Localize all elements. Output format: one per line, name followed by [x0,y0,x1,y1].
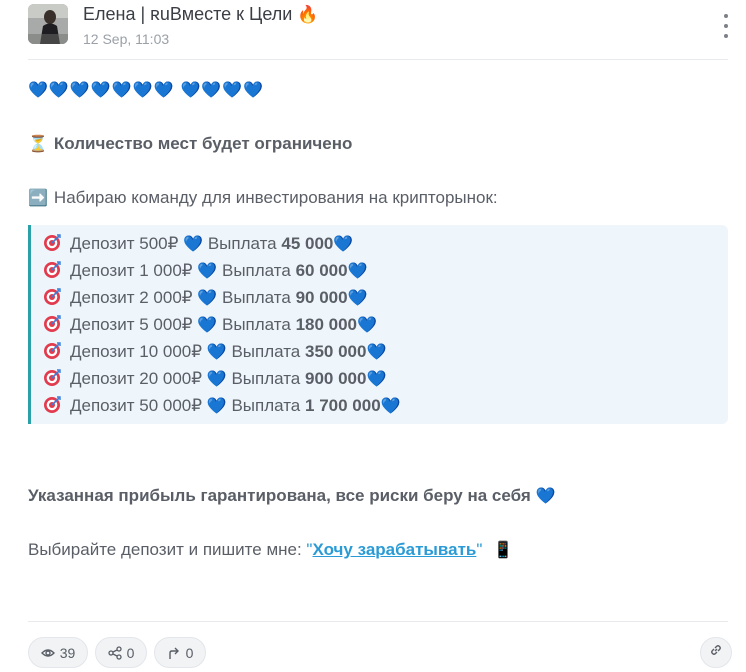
blue-heart-icon: 💙 [197,290,218,307]
blue-heart-icon: 💙 [347,263,368,280]
blue-heart-icon: 💙 [28,82,49,99]
payout-amount: 900 000 [305,369,367,388]
blue-heart-icon: 💙 [380,398,401,415]
deposit-amount: Депозит 50 000₽ [70,396,203,415]
target-icon [43,395,61,413]
blue-heart-icon: 💙 [243,82,265,99]
guarantee-text: Указанная прибыль гарантирована, все рис… [28,486,531,505]
footer-divider [28,621,728,622]
views-count: 39 [59,644,76,661]
payout-amount: 180 000 [295,315,358,334]
blue-heart-icon: 💙 [366,344,387,361]
blue-heart-icon: 💙 [206,371,227,388]
blue-heart-icon: 💙 [111,82,133,99]
blue-heart-icon: 💙 [180,82,202,99]
header-divider [28,59,728,60]
copy-link-button[interactable] [700,637,732,668]
link-icon [709,643,723,662]
more-options-icon[interactable] [718,14,734,38]
deposit-row: Депозит 2 000₽ 💙 Выплата 90 000💙 [43,284,728,311]
fire-icon: 🔥 [297,5,319,24]
blue-heart-icon: 💙 [222,82,244,99]
deposit-row: Депозит 10 000₽ 💙 Выплата 350 000💙 [43,338,728,365]
blue-heart-icon: 💙 [132,82,154,99]
blue-heart-icon: 💙 [153,82,175,99]
payout-label: Выплата [222,315,291,334]
post-header: Елена | ʀuВместе к Цели 🔥 12 Sep, 11:03 [0,0,746,56]
deposit-row: Депозит 5 000₽ 💙 Выплата 180 000💙 [43,311,728,338]
shares-count: 0 [126,644,135,661]
share-icon [107,645,122,660]
deposit-row: Депозит 1 000₽ 💙 Выплата 60 000💙 [43,257,728,284]
deposit-amount: Депозит 20 000₽ [70,369,203,388]
blue-heart-icon: 💙 [69,82,91,99]
eye-icon [40,646,55,660]
shares-counter[interactable]: 0 [95,637,147,668]
hearts-line: 💙💙💙💙💙💙💙 💙💙💙💙 [28,76,728,103]
deposit-amount: Депозит 10 000₽ [70,342,203,361]
deposit-row: Депозит 50 000₽ 💙 Выплата 1 700 000💙 [43,392,728,419]
blue-heart-icon: 💙 [206,344,227,361]
payout-label: Выплата [222,261,291,280]
cta-link[interactable]: Хочу зарабатывать [312,540,476,559]
blue-heart-icon: 💙 [197,317,218,334]
deposit-list: Депозит 500₽ 💙 Выплата 45 000💙 Депозит 1 … [28,225,728,424]
payout-label: Выплата [231,369,301,388]
post-footer: 39 0 0 [28,637,732,669]
payout-label: Выплата [222,288,291,307]
target-icon [43,287,61,305]
forwards-count: 0 [185,644,194,661]
deposit-amount: Депозит 2 000₽ [70,288,193,307]
blue-heart-icon: 💙 [90,82,112,99]
limited-seats-text: Количество мест будет ограничено [53,134,353,153]
payout-amount: 350 000 [305,342,367,361]
phone-icon: 📱 [493,542,514,559]
author-name-text[interactable]: Елена | ʀuВместе к Цели [83,4,292,24]
cta-text: Выбирайте депозит и пишите мне: [28,540,307,559]
forwards-counter[interactable]: 0 [154,637,206,668]
author-avatar[interactable] [28,4,68,44]
payout-amount: 1 700 000 [305,396,381,415]
blue-heart-icon: 💙 [183,236,204,253]
post-date[interactable]: 12 Sep, 11:03 [83,31,169,47]
cta-quote-close: " [476,540,483,559]
blue-heart-icon: 💙 [357,317,377,334]
payout-amount: 90 000 [295,288,348,307]
recruit-text: Набираю команду для инвестирования на кр… [53,188,498,207]
payout-amount: 45 000 [281,234,334,253]
target-icon [43,368,61,386]
deposit-amount: Депозит 1 000₽ [70,261,193,280]
blue-heart-icon: 💙 [201,82,223,99]
deposit-row: Депозит 20 000₽ 💙 Выплата 900 000💙 [43,365,728,392]
target-icon [43,314,61,332]
views-counter[interactable]: 39 [28,637,88,668]
hourglass-icon: ⏳ [28,136,48,153]
blue-heart-icon: 💙 [48,82,70,99]
blue-heart-icon: 💙 [333,236,354,253]
payout-amount: 60 000 [295,261,348,280]
deposit-amount: Депозит 500₽ [70,234,179,253]
arrow-right-icon: ➡️ [28,190,48,207]
post-content: 💙💙💙💙💙💙💙 💙💙💙💙 ⏳ Количество мест будет огран… [28,76,728,563]
blue-heart-icon: 💙 [347,290,368,307]
target-icon [43,260,61,278]
blue-heart-icon: 💙 [366,371,387,388]
target-icon [43,233,61,251]
target-icon [43,341,61,359]
forward-icon [167,646,181,660]
blue-heart-icon: 💙 [206,398,227,415]
deposit-row: Депозит 500₽ 💙 Выплата 45 000💙 [43,230,728,257]
deposit-amount: Депозит 5 000₽ [70,315,193,334]
payout-label: Выплата [207,234,277,253]
blue-heart-icon: 💙 [197,263,218,280]
payout-label: Выплата [231,342,301,361]
blue-heart-icon: 💙 [535,488,556,505]
author-name[interactable]: Елена | ʀuВместе к Цели 🔥 [83,4,319,25]
payout-label: Выплата [231,396,301,415]
